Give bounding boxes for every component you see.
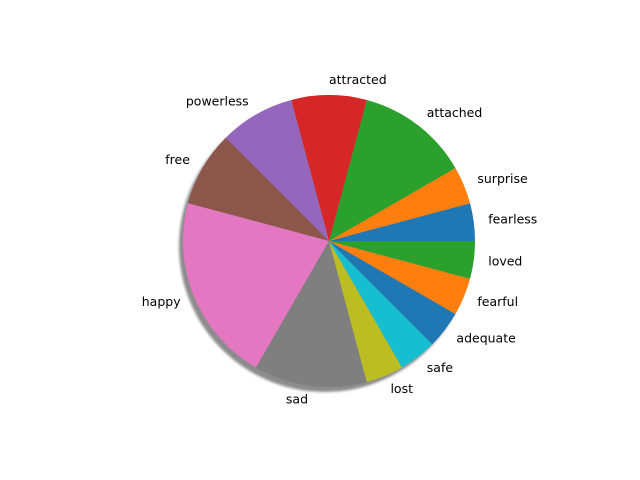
pie-label-attracted: attracted — [329, 72, 387, 87]
pie-label-adequate: adequate — [456, 330, 516, 345]
pie-label-happy: happy — [142, 294, 181, 309]
pie-label-lost: lost — [390, 381, 413, 396]
pie-chart: fearless surprise attached attracted powerle… — [142, 72, 538, 407]
pie-label-sad: sad — [286, 392, 308, 407]
pie-slices — [183, 94, 475, 388]
pie-label-fearless: fearless — [488, 212, 537, 227]
pie-label-free: free — [165, 152, 190, 167]
pie-label-loved: loved — [488, 253, 522, 268]
pie-label-powerless: powerless — [186, 93, 249, 108]
pie-label-fearful: fearful — [477, 294, 518, 309]
pie-label-attached: attached — [427, 105, 483, 120]
pie-label-safe: safe — [427, 360, 454, 375]
pie-label-surprise: surprise — [477, 171, 528, 186]
